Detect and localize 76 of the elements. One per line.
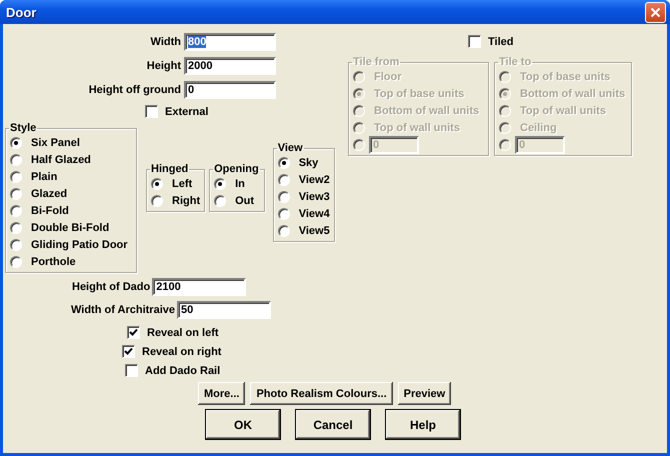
option-label: View3 — [298, 190, 330, 202]
field-label: Height — [146, 60, 181, 72]
option-label: Six Panel — [31, 136, 80, 148]
option-label: Bottom of wall units — [374, 104, 480, 116]
option-label: Ceiling — [520, 122, 557, 134]
radio-button[interactable] — [151, 178, 163, 190]
option-label: Bottom of wall units — [520, 88, 626, 100]
field-label: Height off ground — [88, 84, 181, 96]
input-field[interactable]: 2100 — [152, 278, 246, 296]
radio-button[interactable] — [278, 190, 290, 202]
radio-button[interactable] — [151, 194, 163, 206]
input-field[interactable]: 0 — [184, 81, 276, 99]
radio-button[interactable] — [214, 194, 226, 206]
radio-button[interactable] — [10, 256, 22, 268]
option-label: Gliding Patio Door — [31, 238, 128, 250]
group-title: Style — [9, 122, 38, 134]
radio-button[interactable] — [10, 204, 22, 216]
dialog-button[interactable]: Cancel — [295, 409, 371, 440]
option-label: Half Glazed — [31, 154, 91, 166]
window-title: Door — [6, 4, 36, 20]
checkbox-label: External — [165, 106, 208, 118]
checkbox[interactable] — [125, 364, 138, 377]
dialog-button[interactable]: OK — [205, 409, 281, 440]
input-field[interactable]: 800 — [184, 33, 276, 51]
group-title: Opening — [213, 163, 260, 175]
option-label: View5 — [298, 224, 330, 236]
group-title: Hinged — [150, 163, 190, 175]
option-label: Top of wall units — [374, 122, 460, 134]
option-label: Double Bi-Fold — [31, 222, 110, 234]
field-label: Width — [150, 36, 181, 48]
radio-button[interactable] — [278, 174, 290, 186]
radio-button[interactable] — [278, 224, 290, 236]
checkbox[interactable] — [145, 105, 158, 118]
dialog-button[interactable]: Photo Realism Colours... — [250, 382, 393, 405]
checkbox[interactable] — [127, 326, 140, 339]
option-label: Floor — [374, 70, 402, 82]
radio-button[interactable] — [278, 156, 290, 168]
option-label: Top of wall units — [520, 104, 606, 116]
option-label: Bi-Fold — [31, 204, 69, 216]
option-label: Left — [172, 178, 192, 190]
radio-button[interactable] — [278, 208, 290, 220]
radio-button[interactable] — [10, 170, 22, 182]
dialog-button[interactable]: Preview — [398, 382, 452, 405]
group-title: View — [276, 142, 304, 154]
radio-button[interactable] — [10, 154, 22, 166]
radio-button[interactable] — [10, 238, 22, 250]
checkbox-label: Add Dado Rail — [145, 364, 220, 376]
group-title: Tile to — [498, 56, 532, 68]
field-label: Height of Dado — [72, 281, 150, 293]
option-label: Right — [172, 194, 200, 206]
dialog-button[interactable]: Help — [385, 409, 461, 440]
field-label: Width of Architraive — [71, 304, 176, 316]
option-label: Plain — [31, 170, 58, 182]
option-label: View2 — [298, 174, 330, 186]
option-label: Glazed — [31, 188, 68, 200]
radio-button[interactable] — [10, 188, 22, 200]
close-icon[interactable] — [645, 2, 666, 22]
checkbox[interactable] — [468, 35, 481, 48]
input-field[interactable]: 2000 — [184, 57, 276, 75]
radio-button[interactable] — [214, 178, 226, 190]
option-label: Sky — [298, 156, 318, 168]
option-label: View4 — [298, 208, 330, 220]
option-label: Porthole — [31, 256, 76, 268]
dialog-button[interactable]: More... — [198, 382, 246, 405]
option-label: In — [235, 178, 245, 190]
input-field[interactable]: 50 — [177, 301, 272, 319]
option-label: Top of base units — [520, 70, 610, 82]
checkbox-label: Reveal on right — [142, 346, 222, 358]
checkbox-label: Tiled — [488, 36, 514, 48]
option-label: Out — [235, 194, 254, 206]
radio-button[interactable] — [10, 222, 22, 234]
checkbox[interactable] — [122, 345, 135, 358]
group-title: Tile from — [352, 56, 400, 68]
checkbox-label: Reveal on left — [147, 326, 219, 338]
radio-button[interactable] — [10, 136, 22, 148]
option-label: Top of base units — [374, 88, 464, 100]
